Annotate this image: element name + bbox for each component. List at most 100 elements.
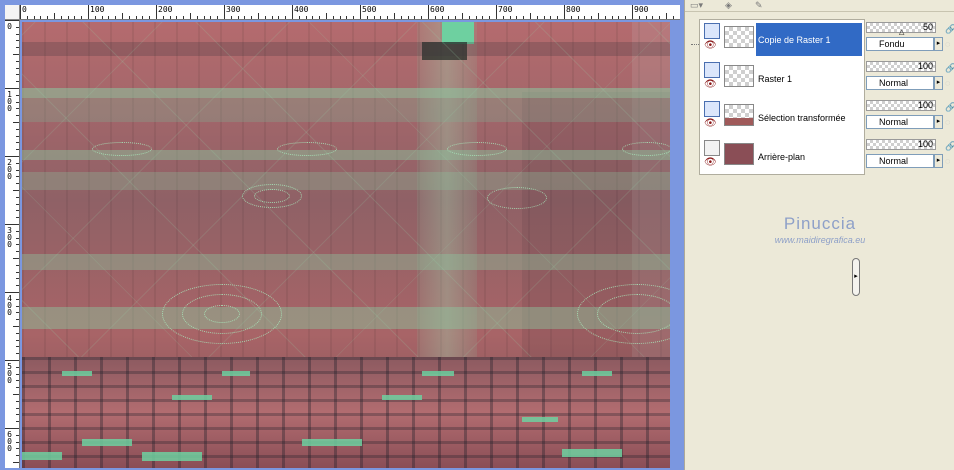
ruler-tick	[115, 16, 117, 19]
layer-name-box[interactable]: Copie de Raster 1	[756, 23, 862, 56]
ruler-tick	[16, 101, 19, 103]
ruler-tick	[305, 16, 307, 19]
brush-icon[interactable]: ✎	[755, 0, 763, 10]
watermark-url: www.maidiregrafica.eu	[774, 235, 866, 245]
floor-tile	[222, 371, 250, 376]
ruler-tick	[421, 16, 423, 19]
blend-mode-select[interactable]: Fondu	[866, 37, 934, 51]
ruler-tick	[16, 346, 19, 348]
link-icon[interactable]: ◌	[945, 39, 950, 49]
ruler-tick	[373, 16, 375, 19]
ruler-tick	[16, 183, 19, 185]
ruler-tick	[190, 13, 191, 19]
layers-palette: ▭▾ ◈ ✎ 👁 Copie de Raster 1 👁 Raster 1 👁 …	[684, 0, 954, 470]
ruler-tick	[366, 16, 368, 19]
ruler-tick	[16, 230, 19, 232]
ruler-tick	[149, 16, 151, 19]
ruler-tick	[502, 16, 504, 19]
ruler-tick	[332, 16, 334, 19]
ruler-tick	[26, 16, 28, 19]
layer-name-box[interactable]: Sélection transformée	[756, 101, 862, 134]
layer-row-selection-transformee[interactable]: 👁 Sélection transformée	[700, 98, 864, 137]
ruler-tick	[16, 81, 19, 83]
ruler-tick	[312, 16, 314, 19]
ruler-tick	[16, 366, 19, 368]
layer-name-box[interactable]: Raster 1	[756, 62, 862, 95]
link-icon[interactable]: ◌	[945, 78, 950, 88]
blend-mode-select[interactable]: Normal	[866, 115, 934, 129]
ruler-top[interactable]: 0 100 200 300 400 500 600 700 800 900	[20, 5, 680, 20]
ruler-left-label: 1 0 0	[7, 90, 12, 113]
opacity-slider[interactable]: △ 50	[866, 22, 936, 36]
image-canvas[interactable]	[22, 22, 670, 468]
ruler-tick	[94, 16, 96, 19]
blend-mode-arrow-icon[interactable]: ▸	[934, 37, 943, 51]
ruler-tick	[128, 16, 130, 19]
ruler-tick	[16, 135, 19, 137]
floor-tile	[422, 371, 454, 376]
ruler-tick	[543, 16, 545, 19]
eye-icon[interactable]: 👁	[704, 80, 719, 90]
ruler-tick	[278, 16, 280, 19]
opacity-slider[interactable]: 100	[866, 61, 936, 72]
ruler-tick	[67, 16, 69, 19]
ruler-tick	[217, 16, 219, 19]
opacity-slider[interactable]: 100	[866, 139, 936, 150]
layer-properties-column: △ 50 Fondu ▸ 🔗 ◌ 100 Normal ▸ 🔗 ◌ 100 No…	[861, 19, 954, 175]
watermark-title: Pinuccia	[783, 214, 857, 233]
ruler-tick	[16, 162, 19, 164]
ruler-tick	[122, 13, 123, 19]
ruler-tick	[13, 54, 19, 55]
canvas-ring	[92, 142, 152, 156]
ruler-tick	[16, 94, 19, 96]
eye-icon[interactable]: 👁	[704, 158, 719, 168]
mask-icon[interactable]: ◈	[725, 0, 732, 10]
raster-layer-icon	[704, 23, 720, 39]
blend-mode-arrow-icon[interactable]: ▸	[934, 115, 943, 129]
canvas-ring	[487, 187, 547, 209]
link-icon[interactable]: ◌	[945, 156, 950, 166]
ruler-tick	[16, 305, 19, 307]
ruler-tick	[5, 292, 19, 293]
ruler-tick	[611, 16, 613, 19]
eye-icon[interactable]: 👁	[704, 119, 719, 129]
layer-props-0: △ 50 Fondu ▸ 🔗 ◌	[863, 19, 954, 58]
ruler-left[interactable]: 0 1 0 0 2 0 0 3 0 0 4 0 0 5 0 0 6 0 0	[5, 20, 20, 468]
ruler-tick	[16, 33, 19, 35]
opacity-value: 100	[917, 61, 933, 71]
layer-name-box[interactable]: Arrière-plan	[756, 140, 862, 173]
ruler-tick	[638, 16, 640, 19]
blend-mode-select[interactable]: Normal	[866, 154, 934, 168]
lock-icon[interactable]: 🔗	[945, 141, 954, 152]
ruler-left-label: 4 0 0	[7, 294, 12, 317]
ruler-tick	[183, 16, 185, 19]
ruler-top-label: 600	[430, 5, 445, 14]
ruler-top-label: 0	[22, 5, 27, 14]
layer-row-copie-de-raster-1[interactable]: 👁 Copie de Raster 1	[691, 20, 864, 59]
blend-mode-arrow-icon[interactable]: ▸	[934, 154, 943, 168]
floor-tile	[22, 452, 62, 460]
lock-icon[interactable]: 🔗	[945, 24, 954, 35]
palette-collapse-handle[interactable]: ▸	[852, 258, 860, 296]
ruler-tick	[604, 16, 606, 19]
blend-mode-arrow-icon[interactable]: ▸	[934, 76, 943, 90]
ruler-tick	[81, 16, 83, 19]
link-icon[interactable]: ◌	[945, 117, 950, 127]
ruler-tick	[475, 16, 477, 19]
layers-toolbar: ▭▾ ◈ ✎	[685, 0, 954, 12]
ruler-tick	[203, 16, 205, 19]
opacity-slider[interactable]: 100	[866, 100, 936, 111]
eye-icon[interactable]: 👁	[704, 41, 719, 51]
ruler-corner	[5, 5, 20, 20]
layer-row-arriere-plan[interactable]: 👁 Arrière-plan	[700, 137, 864, 176]
ruler-tick	[16, 264, 19, 266]
blend-mode-select[interactable]: Normal	[866, 76, 934, 90]
floor-tile	[172, 395, 212, 400]
ruler-tick	[659, 16, 661, 19]
layer-row-raster-1[interactable]: 👁 Raster 1	[700, 59, 864, 98]
lock-icon[interactable]: 🔗	[945, 63, 954, 74]
new-layer-icon[interactable]: ▭▾	[690, 0, 703, 10]
ruler-tick	[516, 16, 518, 19]
ruler-tick	[16, 26, 19, 28]
lock-icon[interactable]: 🔗	[945, 102, 954, 113]
